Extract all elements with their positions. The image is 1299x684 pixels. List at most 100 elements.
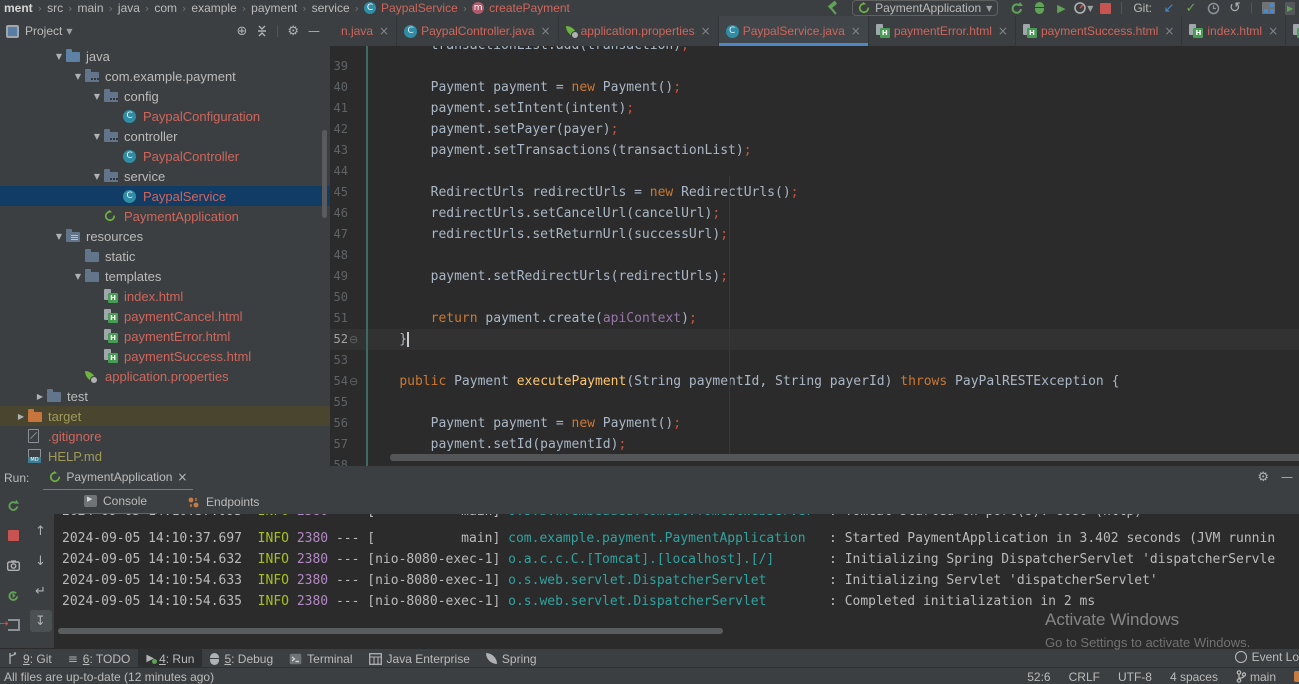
tab-paypalservice-java[interactable]: CPaypalService.java× [719, 16, 869, 46]
tab-item[interactable]: H [1286, 16, 1299, 46]
toolwindow-button-debug[interactable]: 5: Debug [202, 649, 281, 668]
toolwindow-button-run[interactable]: ▶4: Run [138, 649, 202, 668]
breadcrumb-item-example[interactable]: example [191, 1, 236, 15]
tree-toggle-icon[interactable]: ▼ [90, 92, 104, 101]
tree-item-target[interactable]: ▶target [0, 406, 330, 426]
code-line[interactable]: 39 [330, 56, 1299, 77]
line-separator[interactable]: CRLF [1069, 670, 1100, 684]
close-icon[interactable]: × [541, 24, 551, 38]
code-line[interactable]: 40 Payment payment = new Payment(); [330, 77, 1299, 98]
history-icon[interactable] [1202, 0, 1224, 16]
gutter[interactable]: 56 [330, 413, 368, 434]
project-structure-icon[interactable] [1257, 0, 1279, 16]
gutter[interactable]: 40 [330, 77, 368, 98]
code-line[interactable]: 50 [330, 287, 1299, 308]
gutter[interactable]: 48 [330, 245, 368, 266]
toolwindow-button-spring[interactable]: Spring [478, 649, 545, 668]
stop-button[interactable] [1094, 0, 1116, 16]
gutter[interactable]: 44 [330, 161, 368, 182]
project-view-title[interactable]: Project [25, 24, 62, 38]
close-icon[interactable]: × [379, 24, 389, 38]
tree-item-config[interactable]: ▼config [0, 86, 330, 106]
gutter[interactable]: 55 [330, 392, 368, 413]
gutter[interactable]: 46 [330, 203, 368, 224]
code-line[interactable]: 54⊖ public Payment executePayment(String… [330, 371, 1299, 392]
build-hammer-icon[interactable] [822, 0, 844, 16]
gutter[interactable]: 39 [330, 56, 368, 77]
gutter[interactable]: 53 [330, 350, 368, 371]
collapse-all-icon[interactable] [256, 25, 268, 37]
tree-item-templates[interactable]: ▼templates [0, 266, 330, 286]
next-occurrence-icon[interactable]: ↓ [30, 546, 52, 576]
breadcrumb-item-src[interactable]: src [47, 1, 63, 15]
tree-toggle-icon[interactable]: ▼ [52, 232, 66, 241]
profiler-button[interactable]: ▼ [1072, 0, 1094, 16]
rollback-icon[interactable]: ↺ [1224, 0, 1246, 16]
code-line[interactable]: 48 [330, 245, 1299, 266]
tree-item-paymenterror-html[interactable]: HpaymentError.html [0, 326, 330, 346]
tree-toggle-icon[interactable]: ▶ [33, 392, 47, 401]
event-log-button[interactable]: Event Lo [1235, 650, 1299, 664]
hide-panel-icon[interactable]: — [308, 24, 320, 38]
tree-item-controller[interactable]: ▼controller [0, 126, 330, 146]
code-editor[interactable]: transactionList.add(transaction);3940 Pa… [330, 46, 1299, 466]
tree-item-java[interactable]: ▼java [0, 46, 330, 66]
breadcrumb-item-payment[interactable]: payment [251, 1, 297, 15]
git-branch[interactable]: main [1236, 670, 1276, 684]
tree-item-paymentsuccess-html[interactable]: HpaymentSuccess.html [0, 346, 330, 366]
tab-index-html[interactable]: Hindex.html× [1182, 16, 1286, 46]
chevron-down-icon[interactable]: ▼ [66, 27, 72, 36]
tab-console[interactable]: Console [74, 489, 157, 515]
tree-item-gitignore[interactable]: .gitignore [0, 426, 330, 446]
breadcrumb-item-com[interactable]: com [154, 1, 177, 15]
breadcrumb-item-method[interactable]: createPayment [489, 1, 570, 15]
breadcrumb[interactable]: ment›src›main›java›com›example›payment›s… [0, 0, 572, 16]
tree-item-index-html[interactable]: Hindex.html [0, 286, 330, 306]
gear-icon[interactable]: ⚙ [1257, 470, 1269, 485]
close-icon[interactable]: × [1164, 24, 1174, 38]
fold-marker-icon[interactable]: ⊖ [349, 329, 358, 350]
toolwindow-button-terminal[interactable]: Terminal [281, 649, 360, 668]
indent-setting[interactable]: 4 spaces [1170, 670, 1218, 684]
gutter[interactable]: 52⊖ [330, 329, 368, 350]
code-line[interactable]: 44 [330, 161, 1299, 182]
tree-item-service[interactable]: ▼service [0, 166, 330, 186]
tab-application-properties[interactable]: application.properties× [559, 16, 719, 46]
commit-icon[interactable]: ✓ [1180, 0, 1202, 16]
code-line[interactable]: 56 Payment payment = new Payment(); [330, 413, 1299, 434]
update-project-icon[interactable]: ↙ [1158, 0, 1180, 16]
tree-item-paymentapplication[interactable]: PaymentApplication [0, 206, 330, 226]
toolwindow-button-java-enterprise[interactable]: Java Enterprise [361, 649, 478, 668]
breadcrumb-item-service[interactable]: service [312, 1, 350, 15]
gutter[interactable]: 43 [330, 140, 368, 161]
gutter[interactable]: 41 [330, 98, 368, 119]
console-horizontal-scrollbar[interactable] [58, 628, 723, 634]
tree-item-paypalcontroller[interactable]: CPaypalController [0, 146, 330, 166]
breadcrumb-item-java[interactable]: java [118, 1, 140, 15]
clipped-toolbar-icon[interactable] [1279, 0, 1299, 16]
tab-paymenterror-html[interactable]: HpaymentError.html× [869, 16, 1016, 46]
console-output[interactable]: 2024-09-05 14:10:37.093 INFO 2380 --- [ … [54, 514, 1299, 648]
exit-icon[interactable] [3, 610, 25, 640]
gear-icon[interactable]: ⚙ [287, 24, 299, 39]
caret-position[interactable]: 52:6 [1027, 670, 1050, 684]
code-line[interactable]: 57 payment.setId(paymentId); [330, 434, 1299, 455]
soft-wrap-icon[interactable]: ↵ [30, 576, 52, 606]
code-line[interactable]: 55 [330, 392, 1299, 413]
breadcrumb-item-ment[interactable]: ment [4, 1, 33, 15]
tree-toggle-icon[interactable]: ▼ [71, 72, 85, 81]
code-line[interactable]: 53 [330, 350, 1299, 371]
code-line[interactable]: 47 redirectUrls.setReturnUrl(successUrl)… [330, 224, 1299, 245]
lock-icon[interactable] [1294, 671, 1299, 682]
toolwindow-button-git[interactable]: 9: Git [0, 649, 60, 668]
gutter[interactable]: 57 [330, 434, 368, 455]
code-line[interactable]: 42 payment.setPayer(payer); [330, 119, 1299, 140]
tab-paypalcontroller-java[interactable]: CPaypalController.java× [397, 16, 558, 46]
tree-toggle-icon[interactable]: ▼ [90, 172, 104, 181]
code-line[interactable]: 46 redirectUrls.setCancelUrl(cancelUrl); [330, 203, 1299, 224]
hide-panel-icon[interactable]: — [1281, 470, 1293, 485]
run-configuration-select[interactable]: PaymentApplication ▼ [852, 0, 998, 16]
close-icon[interactable]: × [177, 470, 187, 484]
project-tree[interactable]: ▼java▼com.example.payment▼configCPaypalC… [0, 46, 331, 466]
close-icon[interactable]: × [851, 24, 861, 38]
